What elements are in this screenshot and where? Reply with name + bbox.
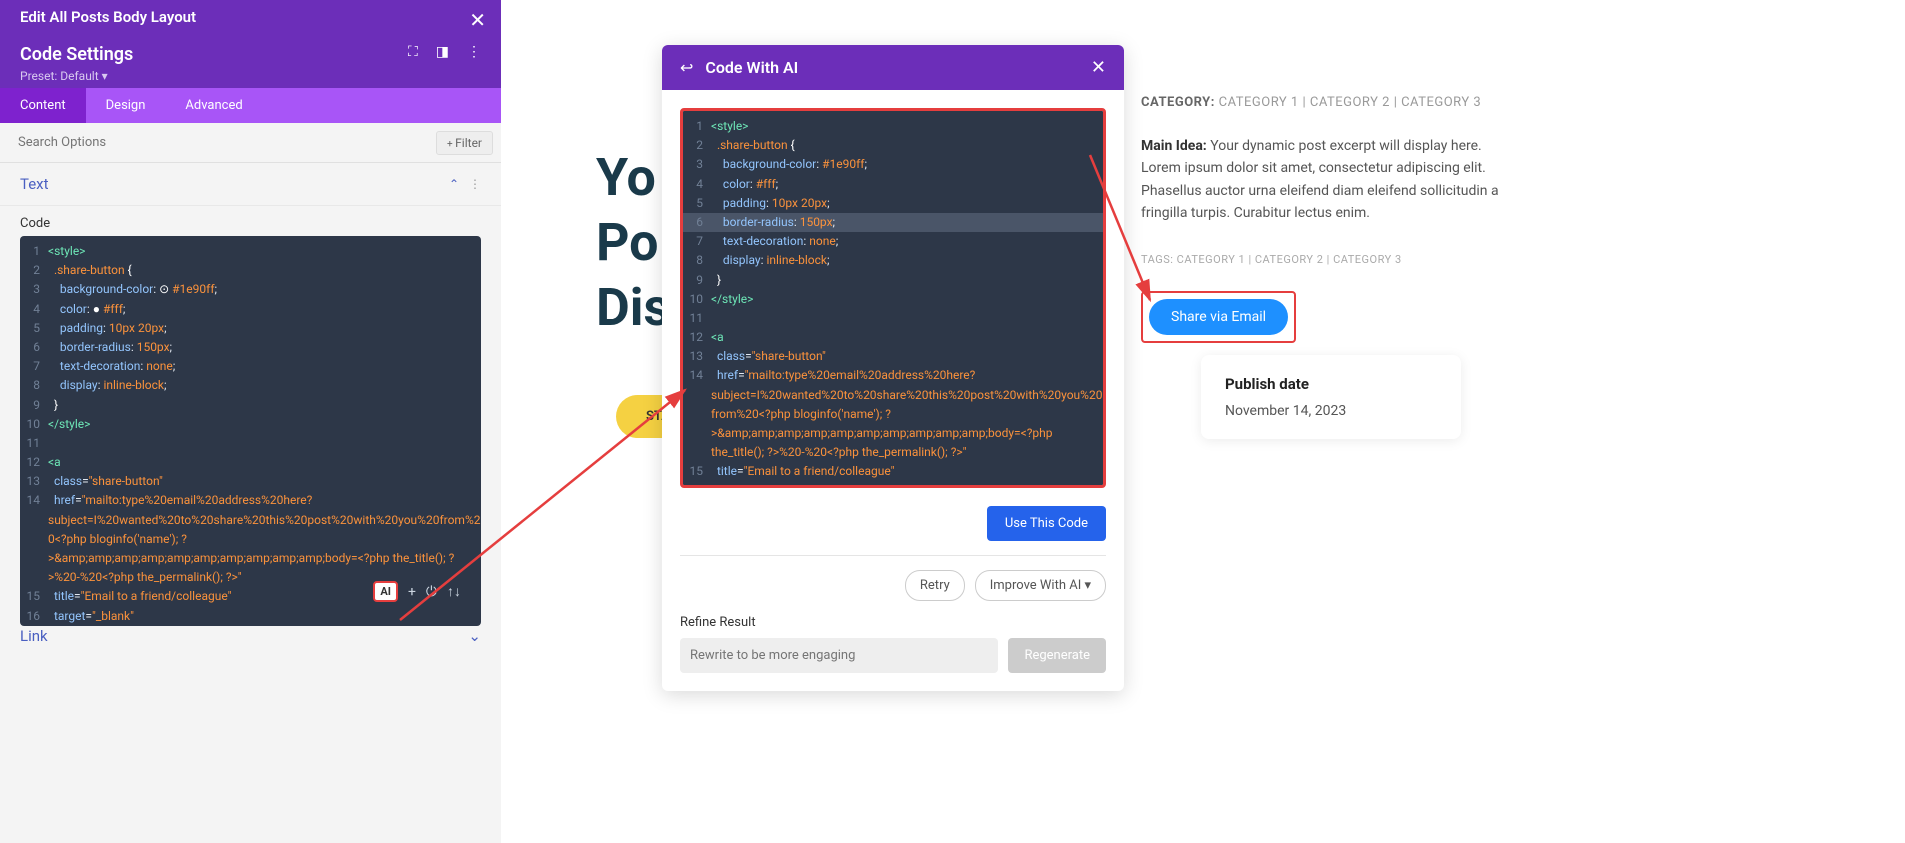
preview-right-column: CATEGORY: CATEGORY 1 | CATEGORY 2 | CATE… — [1141, 95, 1501, 343]
ai-modal-title: Code With AI — [705, 58, 1079, 77]
menu-icon[interactable]: ⋮ — [467, 44, 481, 60]
filter-button[interactable]: + Filter — [436, 131, 493, 155]
publish-card: Publish date November 14, 2023 — [1201, 355, 1461, 439]
publish-label: Publish date — [1225, 375, 1437, 393]
close-icon[interactable]: ✕ — [1091, 57, 1106, 78]
code-label: Code — [0, 206, 501, 236]
back-icon[interactable]: ↩ — [680, 58, 693, 77]
retry-button[interactable]: Retry — [905, 570, 965, 601]
section-title: Text — [20, 175, 49, 193]
plus-icon[interactable]: + — [408, 584, 416, 600]
hero-text: Yo Po Dis — [596, 145, 670, 340]
share-highlight: Share via Email — [1141, 291, 1296, 343]
regenerate-button[interactable]: Regenerate — [1008, 638, 1106, 673]
refine-label: Refine Result — [662, 615, 1124, 638]
tab-advanced[interactable]: Advanced — [165, 88, 262, 123]
ai-button[interactable]: AI — [373, 581, 398, 602]
section-menu-icon[interactable]: ⋮ — [469, 177, 481, 191]
settings-header: Code Settings Preset: Default ▾ ⛶ ◨ ⋮ — [0, 34, 501, 88]
search-row: + Filter — [0, 123, 501, 163]
panel-title: Edit All Posts Body Layout — [20, 8, 196, 26]
ai-modal: ↩ Code With AI ✕ 1<style>2 .share-button… — [662, 45, 1124, 691]
chevron-down-icon: ⌄ — [468, 627, 481, 645]
refine-input[interactable] — [680, 638, 998, 673]
ai-code-preview[interactable]: 1<style>2 .share-button {3 background-co… — [680, 108, 1106, 488]
collapse-icon[interactable]: ⌃ — [449, 177, 459, 191]
tab-design[interactable]: Design — [86, 88, 166, 123]
ai-modal-header: ↩ Code With AI ✕ — [662, 45, 1124, 90]
sort-icon[interactable]: ↑↓ — [447, 583, 461, 600]
settings-panel: Edit All Posts Body Layout ✕ Code Settin… — [0, 0, 501, 843]
columns-icon[interactable]: ◨ — [436, 44, 449, 60]
publish-date: November 14, 2023 — [1225, 403, 1437, 419]
panel-header: Edit All Posts Body Layout — [0, 0, 501, 34]
search-input[interactable] — [8, 129, 436, 156]
improve-button[interactable]: Improve With AI ▾ — [975, 570, 1106, 601]
tags-line: TAGS: CATEGORY 1 | CATEGORY 2 | CATEGORY… — [1141, 253, 1501, 266]
expand-icon[interactable]: ⛶ — [408, 44, 418, 60]
preset-selector[interactable]: Preset: Default ▾ — [20, 69, 133, 83]
use-code-button[interactable]: Use This Code — [987, 506, 1106, 541]
close-icon[interactable]: ✕ — [469, 8, 486, 32]
text-section: Text ⌃ ⋮ — [0, 163, 501, 206]
tab-content[interactable]: Content — [0, 88, 86, 123]
share-email-button[interactable]: Share via Email — [1149, 299, 1288, 335]
power-icon[interactable]: ⏻ — [426, 584, 437, 600]
settings-title: Code Settings — [20, 44, 133, 65]
tabs: Content Design Advanced — [0, 88, 501, 123]
code-editor[interactable]: 1<style>2 .share-button {3 background-co… — [20, 236, 481, 626]
category-line: CATEGORY: CATEGORY 1 | CATEGORY 2 | CATE… — [1141, 95, 1501, 110]
excerpt: Main Idea: Your dynamic post excerpt wil… — [1141, 135, 1501, 225]
